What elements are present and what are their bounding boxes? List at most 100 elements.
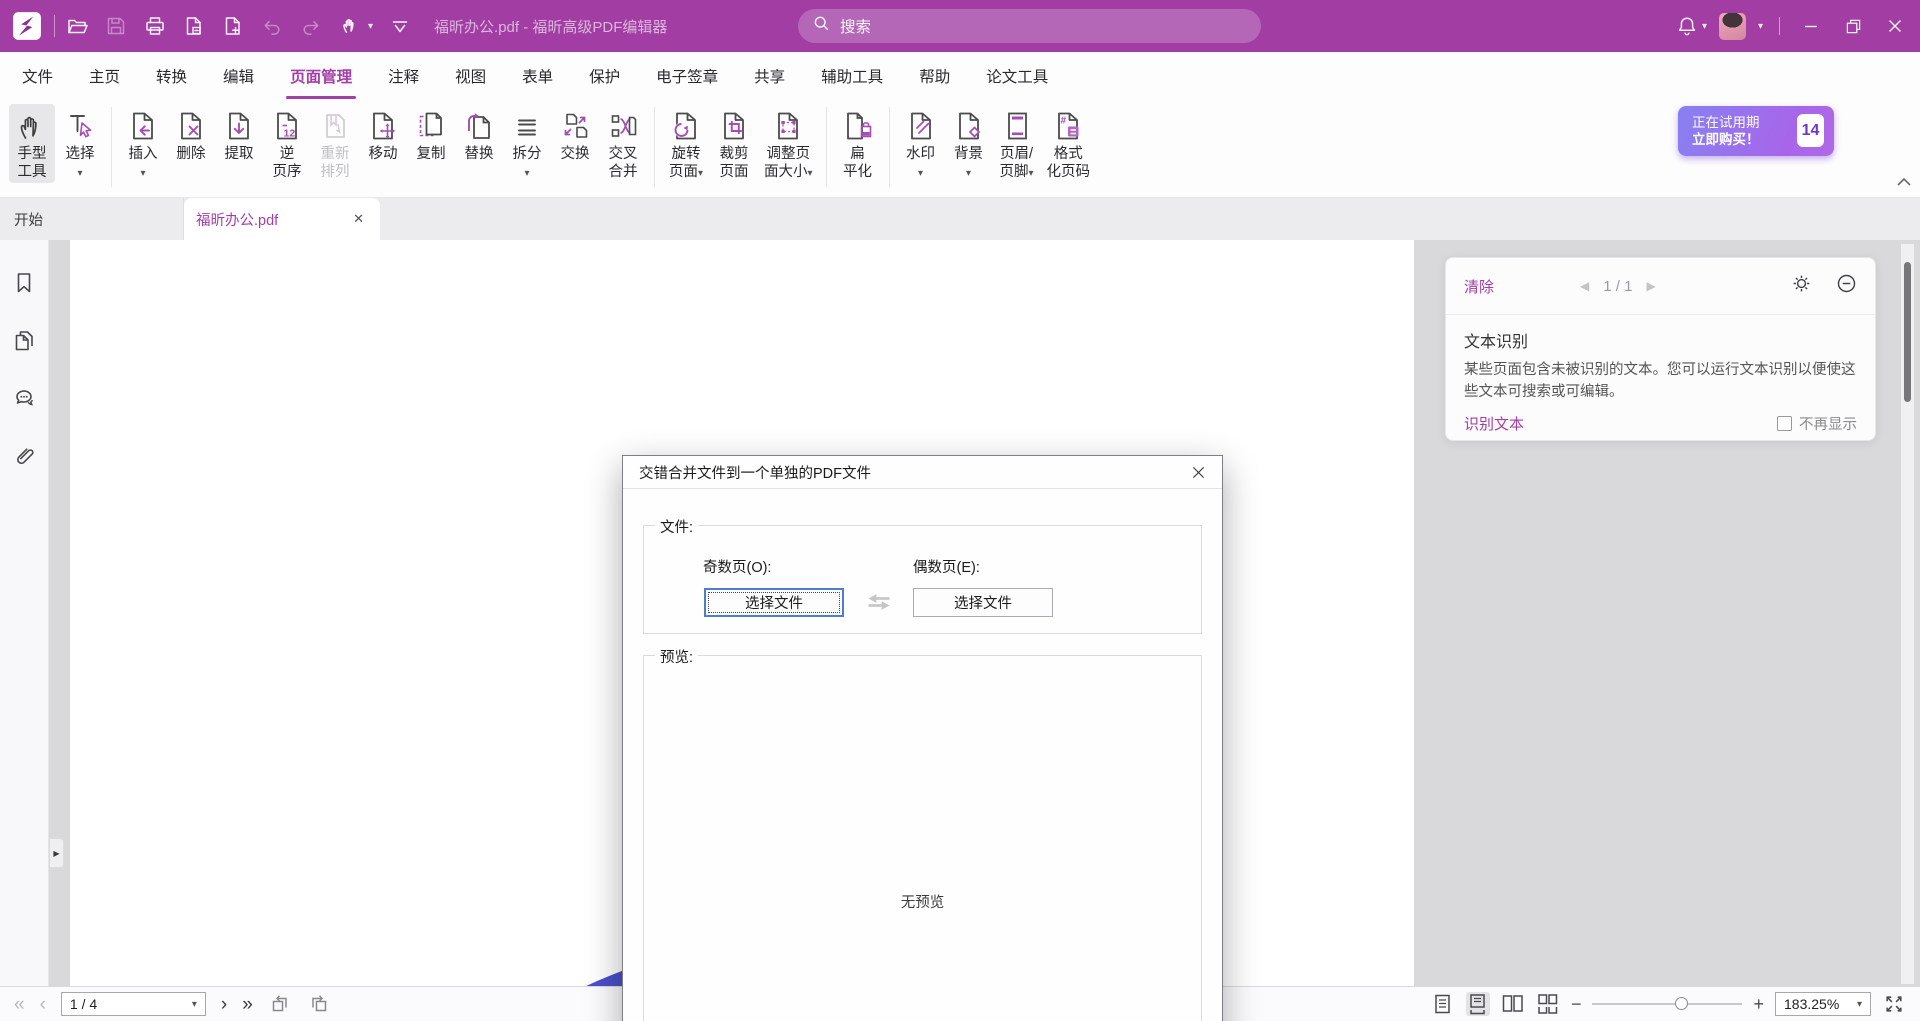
collapse-ribbon-icon[interactable] bbox=[1893, 172, 1915, 192]
menu-protect[interactable]: 保护 bbox=[588, 63, 621, 89]
tool-interleave-merge[interactable]: 交叉合并 bbox=[600, 104, 646, 183]
bell-caret-icon[interactable]: ▾ bbox=[1702, 21, 1707, 32]
previous-page-button[interactable]: ‹ bbox=[40, 995, 46, 1014]
clear-link[interactable]: 清除 bbox=[1464, 276, 1494, 297]
trial-purchase-badge[interactable]: 正在试用期 立即购买！ 14 bbox=[1678, 106, 1834, 156]
choose-odd-file-button[interactable]: 选择文件 bbox=[704, 588, 844, 617]
scrollbar-thumb[interactable] bbox=[1904, 262, 1911, 402]
page-add-icon[interactable] bbox=[221, 14, 245, 38]
panel-attachments-panel[interactable] bbox=[11, 444, 37, 470]
tool-format-page-numbers[interactable]: #格式化页码 bbox=[1042, 104, 1096, 183]
settings-gear-icon[interactable] bbox=[1791, 273, 1812, 299]
menu-accessibility[interactable]: 辅助工具 bbox=[820, 63, 884, 89]
dialog-close-icon[interactable] bbox=[1184, 459, 1212, 485]
menu-view[interactable]: 视图 bbox=[454, 63, 487, 89]
panel-page-thumbnails-panel[interactable] bbox=[11, 328, 37, 354]
menu-esign[interactable]: 电子签章 bbox=[655, 63, 719, 89]
tool-swap-pages[interactable]: 交换 bbox=[552, 104, 598, 165]
tool-extract-pages[interactable]: 提取 bbox=[216, 104, 262, 165]
zoom-level-combobox[interactable]: 183.25% ▾ bbox=[1775, 992, 1871, 1016]
first-page-button[interactable]: « bbox=[14, 995, 25, 1014]
choose-even-file-button[interactable]: 选择文件 bbox=[913, 588, 1053, 617]
close-window-button[interactable] bbox=[1880, 11, 1910, 41]
tool-label: ▾ bbox=[77, 163, 82, 183]
search-input[interactable]: 搜索 bbox=[798, 9, 1261, 43]
menu-share[interactable]: 共享 bbox=[753, 63, 786, 89]
facing-view-icon[interactable] bbox=[1501, 992, 1525, 1016]
folder-open-icon[interactable] bbox=[65, 14, 89, 38]
tool-flatten-pages[interactable]: 扁平化 bbox=[835, 104, 881, 183]
rotate-right-icon[interactable] bbox=[307, 992, 331, 1016]
hand-quick-caret-icon[interactable]: ▾ bbox=[368, 21, 373, 32]
recognize-text-link[interactable]: 识别文本 bbox=[1464, 413, 1524, 434]
page-remove-icon[interactable] bbox=[182, 14, 206, 38]
rotate-left-icon[interactable] bbox=[268, 992, 292, 1016]
vertical-scrollbar[interactable] bbox=[1901, 244, 1914, 984]
dont-show-again[interactable]: 不再显示 bbox=[1777, 413, 1857, 434]
card-pager: ◀ 1 / 1 ▶ bbox=[1580, 278, 1656, 295]
avatar-caret-icon[interactable]: ▾ bbox=[1758, 21, 1763, 32]
menu-help[interactable]: 帮助 bbox=[918, 63, 951, 89]
zoom-slider-thumb[interactable] bbox=[1675, 997, 1688, 1010]
tool-move-pages[interactable]: 移动 bbox=[360, 104, 406, 165]
menu-convert[interactable]: 转换 bbox=[155, 63, 188, 89]
tool-duplicate-pages[interactable]: 复制 bbox=[408, 104, 454, 165]
ribbon-group-separator bbox=[654, 107, 655, 187]
tool-label: 页脚▾ bbox=[1000, 163, 1034, 183]
restore-button[interactable] bbox=[1838, 11, 1868, 41]
next-page-button[interactable]: › bbox=[221, 995, 227, 1014]
tool-replace-pages[interactable]: 替换 bbox=[456, 104, 502, 165]
replace-pages-icon bbox=[462, 107, 496, 145]
menu-form[interactable]: 表单 bbox=[521, 63, 554, 89]
print-icon[interactable] bbox=[143, 14, 167, 38]
last-page-button[interactable]: » bbox=[242, 995, 253, 1014]
user-avatar[interactable] bbox=[1719, 13, 1746, 40]
hand-icon bbox=[15, 107, 49, 145]
menu-comment[interactable]: 注释 bbox=[387, 63, 420, 89]
pager-prev-icon[interactable]: ◀ bbox=[1580, 279, 1589, 293]
tool-hand-tool[interactable]: 手型工具 bbox=[9, 104, 55, 183]
page-number-combobox[interactable]: 1 / 4 ▾ bbox=[61, 992, 206, 1016]
zoom-in-button[interactable]: + bbox=[1753, 995, 1764, 1013]
single-page-view-icon[interactable] bbox=[1431, 992, 1455, 1016]
dialog-titlebar[interactable]: 交错合并文件到一个单独的PDF文件 bbox=[623, 456, 1222, 489]
tab-close-icon[interactable]: ✕ bbox=[353, 211, 364, 227]
tool-label: ▾ bbox=[966, 163, 971, 183]
tool-split-document[interactable]: 拆分▾ bbox=[504, 104, 550, 185]
tab-start[interactable]: 开始 bbox=[0, 198, 184, 240]
menu-thesis-tools[interactable]: 论文工具 bbox=[985, 63, 1049, 89]
zoom-level-value: 183.25% bbox=[1784, 996, 1839, 1012]
notifications-bell-icon[interactable] bbox=[1675, 14, 1699, 38]
customize-icon[interactable] bbox=[388, 14, 412, 38]
menu-edit[interactable]: 编辑 bbox=[222, 63, 255, 89]
menu-page-management[interactable]: 页面管理 bbox=[289, 63, 353, 89]
panel-comments-panel[interactable] bbox=[11, 386, 37, 412]
tool-header-footer[interactable]: 页眉/页脚▾ bbox=[994, 104, 1040, 185]
facing-continuous-view-icon[interactable] bbox=[1536, 992, 1560, 1016]
fullscreen-icon[interactable] bbox=[1882, 992, 1906, 1016]
statusbar-left: « ‹ 1 / 4 ▾ › » bbox=[14, 992, 331, 1016]
tool-delete-pages[interactable]: 删除 bbox=[168, 104, 214, 165]
expand-panel-handle[interactable]: ▶ bbox=[50, 838, 64, 868]
menu-file[interactable]: 文件 bbox=[21, 63, 54, 89]
dont-show-checkbox[interactable] bbox=[1777, 416, 1792, 431]
zoom-slider[interactable] bbox=[1592, 997, 1742, 1011]
pager-next-icon[interactable]: ▶ bbox=[1646, 279, 1655, 293]
tool-reverse-page-order[interactable]: 12逆页序 bbox=[264, 104, 310, 183]
tool-watermark[interactable]: 水印▾ bbox=[898, 104, 944, 185]
tool-rotate-pages[interactable]: 旋转页面▾ bbox=[663, 104, 709, 185]
tool-label: 拆分 bbox=[513, 145, 542, 163]
tool-select-tool[interactable]: 选择▾ bbox=[57, 104, 103, 185]
tool-insert-pages[interactable]: 插入▾ bbox=[120, 104, 166, 185]
hand-small-icon[interactable] bbox=[338, 14, 362, 38]
zoom-out-button[interactable]: − bbox=[1571, 995, 1582, 1013]
collapse-card-icon[interactable] bbox=[1836, 273, 1857, 299]
menu-home[interactable]: 主页 bbox=[88, 63, 121, 89]
tool-crop-pages[interactable]: 裁剪页面 bbox=[711, 104, 757, 183]
tab-document[interactable]: 福昕办公.pdf✕ bbox=[184, 198, 380, 240]
tool-resize-pages[interactable]: 调整页面大小▾ bbox=[759, 104, 818, 185]
panel-bookmarks-panel[interactable] bbox=[11, 270, 37, 296]
minimize-button[interactable] bbox=[1796, 11, 1826, 41]
tool-background[interactable]: 背景▾ bbox=[946, 104, 992, 185]
continuous-view-icon[interactable] bbox=[1466, 992, 1490, 1016]
